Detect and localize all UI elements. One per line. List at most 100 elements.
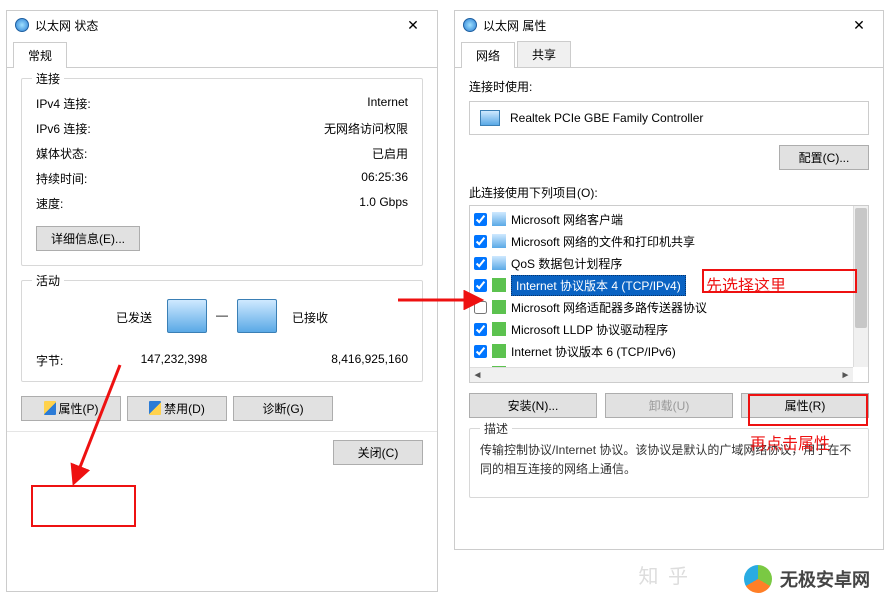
status-window: 以太网 状态 ✕ 常规 连接 IPv4 连接: Internet IPv6 连接… (6, 10, 438, 592)
configure-button[interactable]: 配置(C)... (779, 145, 869, 170)
status-footer: 关闭(C) (7, 431, 437, 473)
ethernet-icon (463, 18, 477, 32)
tab-network[interactable]: 网络 (461, 42, 515, 68)
adapter-name: Realtek PCIe GBE Family Controller (510, 111, 703, 125)
service-icon (492, 234, 506, 248)
item-checkbox[interactable] (474, 301, 487, 314)
item-checkbox[interactable] (474, 235, 487, 248)
protocol-icon (492, 344, 506, 358)
close-button[interactable]: ✕ (843, 16, 875, 35)
media-row: 媒体状态: 已启用 (36, 141, 408, 166)
item-label: Internet 协议版本 6 (TCP/IPv6) (511, 343, 676, 360)
list-item[interactable]: Microsoft 网络适配器多路传送器协议 (470, 296, 852, 318)
item-label: QoS 数据包计划程序 (511, 255, 622, 272)
protocol-icon (492, 322, 506, 336)
properties-button[interactable]: 属性(P) (21, 396, 121, 421)
site-watermark: 无极安卓网 (744, 565, 870, 593)
description-box: 描述 传输控制协议/Internet 协议。该协议是默认的广域网络协议，用于在不… (469, 428, 869, 498)
status-tabs: 常规 (7, 41, 437, 68)
uninstall-button: 卸载(U) (605, 393, 733, 418)
properties-content: 连接时使用: Realtek PCIe GBE Family Controlle… (455, 68, 883, 508)
ethernet-icon (15, 18, 29, 32)
close-footer-button[interactable]: 关闭(C) (333, 440, 423, 465)
speed-label: 速度: (36, 195, 131, 212)
item-label: Internet 协议版本 4 (TCP/IPv4) (511, 275, 686, 296)
adapter-icon (480, 110, 500, 126)
item-checkbox[interactable] (474, 323, 487, 336)
watermark-logo-icon (744, 565, 772, 593)
status-titlebar: 以太网 状态 ✕ (7, 11, 437, 39)
item-checkbox[interactable] (474, 213, 487, 226)
scrollbar-thumb[interactable] (855, 208, 867, 328)
connection-group-title: 连接 (32, 70, 64, 87)
item-checkbox[interactable] (474, 345, 487, 358)
speed-value: 1.0 Gbps (131, 195, 408, 212)
diagnose-button[interactable]: 诊断(G) (233, 396, 333, 421)
item-checkbox[interactable] (474, 279, 487, 292)
ipv6-value: 无网络访问权限 (131, 120, 408, 137)
sent-label: 已发送 (36, 309, 152, 326)
status-title: 以太网 状态 (35, 17, 397, 34)
shield-icon (149, 401, 161, 415)
duration-label: 持续时间: (36, 170, 131, 187)
details-button[interactable]: 详细信息(E)... (36, 226, 140, 251)
list-item[interactable]: Microsoft 网络的文件和打印机共享 (470, 230, 852, 252)
shield-icon (44, 401, 56, 415)
activity-group-title: 活动 (32, 272, 64, 289)
item-action-buttons: 安装(N)... 卸载(U) 属性(R) (469, 393, 869, 418)
vertical-scrollbar[interactable] (853, 206, 868, 367)
disable-button[interactable]: 禁用(D) (127, 396, 227, 421)
scroll-left-icon[interactable]: ◄ (472, 370, 483, 381)
horizontal-scrollbar[interactable]: ◄ ► (470, 367, 853, 382)
service-icon (492, 256, 506, 270)
list-item[interactable]: Internet 协议版本 4 (TCP/IPv4) (470, 274, 852, 296)
scroll-right-icon[interactable]: ► (840, 370, 851, 381)
adapter-box: Realtek PCIe GBE Family Controller (469, 101, 869, 135)
bytes-recv: 8,416,925,160 (252, 352, 408, 369)
network-items-list[interactable]: Microsoft 网络客户端 Microsoft 网络的文件和打印机共享 QoS … (469, 205, 869, 383)
install-button[interactable]: 安装(N)... (469, 393, 597, 418)
pc-icon-recv (237, 299, 277, 333)
ipv4-row: IPv4 连接: Internet (36, 91, 408, 116)
tab-general[interactable]: 常规 (13, 42, 67, 68)
protocol-icon (492, 278, 506, 292)
service-icon (492, 212, 506, 226)
bytes-row: 字节: 147,232,398 8,416,925,160 (36, 348, 408, 373)
ipv6-row: IPv6 连接: 无网络访问权限 (36, 116, 408, 141)
media-value: 已启用 (131, 145, 408, 162)
activity-diagram: 已发送 — 已接收 (36, 299, 408, 336)
description-text: 传输控制协议/Internet 协议。该协议是默认的广域网络协议，用于在不同的相… (480, 441, 858, 479)
list-item[interactable]: QoS 数据包计划程序 (470, 252, 852, 274)
speed-row: 速度: 1.0 Gbps (36, 191, 408, 216)
ipv6-label: IPv6 连接: (36, 120, 131, 137)
list-item[interactable]: Microsoft 网络客户端 (470, 208, 852, 230)
ipv4-label: IPv4 连接: (36, 95, 131, 112)
status-action-buttons: 属性(P) 禁用(D) 诊断(G) (21, 396, 423, 421)
duration-row: 持续时间: 06:25:36 (36, 166, 408, 191)
description-heading: 描述 (480, 420, 512, 439)
connection-group: 连接 IPv4 连接: Internet IPv6 连接: 无网络访问权限 媒体… (21, 78, 423, 266)
status-content: 连接 IPv4 连接: Internet IPv6 连接: 无网络访问权限 媒体… (7, 68, 437, 431)
bytes-label: 字节: (36, 352, 96, 369)
list-item[interactable]: Microsoft LLDP 协议驱动程序 (470, 318, 852, 340)
properties-titlebar: 以太网 属性 ✕ (455, 11, 883, 39)
close-button[interactable]: ✕ (397, 16, 429, 35)
items-heading: 此连接使用下列项目(O): (469, 184, 869, 201)
properties-title: 以太网 属性 (483, 17, 843, 34)
tab-share[interactable]: 共享 (517, 41, 571, 67)
item-checkbox[interactable] (474, 257, 487, 270)
list-item[interactable]: Internet 协议版本 6 (TCP/IPv6) (470, 340, 852, 362)
media-label: 媒体状态: (36, 145, 131, 162)
connection-uses-label: 连接时使用: (469, 78, 869, 95)
item-label: Microsoft LLDP 协议驱动程序 (511, 321, 668, 338)
duration-value: 06:25:36 (131, 170, 408, 187)
ipv4-value: Internet (131, 95, 408, 112)
watermark-text: 无极安卓网 (780, 566, 870, 592)
properties-window: 以太网 属性 ✕ 网络 共享 连接时使用: Realtek PCIe GBE F… (454, 10, 884, 550)
item-properties-button[interactable]: 属性(R) (741, 393, 869, 418)
pc-icon-sent (167, 299, 207, 333)
recv-label: 已接收 (292, 309, 408, 326)
bytes-sent: 147,232,398 (96, 352, 252, 369)
activity-group: 活动 已发送 — 已接收 字节: 147,232,398 8,416,925,1… (21, 280, 423, 382)
item-label: Microsoft 网络的文件和打印机共享 (511, 233, 695, 250)
